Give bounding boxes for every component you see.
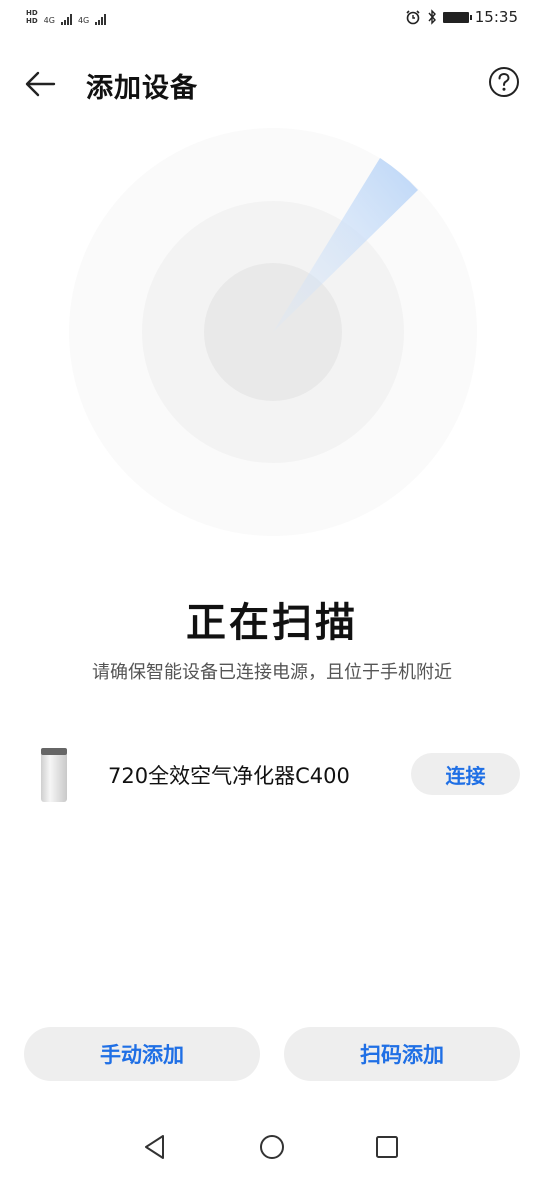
nav-home-button[interactable] [254,1129,290,1165]
signal-bars-icon [95,13,107,25]
nav-home-icon [260,1135,284,1159]
network-label-1: 4G [43,16,55,25]
signal-indicators: HD HD 4G 4G [26,9,107,25]
status-right: 15:35 [405,8,518,26]
clock: 15:35 [474,8,518,26]
alarm-icon [406,10,420,25]
signal-bars-icon [60,13,72,25]
device-name: 720全效空气净化器C400 [108,764,350,788]
network-label-2: 4G [77,16,90,25]
hd-badges: HD HD [26,9,38,25]
page-title: 添加设备 [86,73,198,104]
nav-back-icon [145,1135,164,1159]
nav-recent-button[interactable] [369,1129,405,1165]
air-purifier-icon [41,748,67,802]
connect-button[interactable]: 连接 [411,753,520,795]
bluetooth-icon [428,9,436,25]
manual-add-button[interactable]: 手动添加 [24,1027,260,1081]
scan-status-title: 正在扫描 [186,600,358,646]
battery-icon [442,11,472,23]
status-bar: HD HD 4G 4G 15:35 [0,0,544,40]
question-circle-icon [489,67,519,97]
nav-back-button[interactable] [137,1129,173,1165]
scan-code-add-button[interactable]: 扫码添加 [284,1027,520,1081]
back-button[interactable] [20,62,64,106]
scan-hint: 请确保智能设备已连接电源，且位于手机附近 [92,662,452,683]
app-header: 添加设备 [0,56,544,112]
help-button[interactable] [488,66,520,98]
nav-recent-icon [376,1136,398,1158]
device-list-item[interactable]: 720全效空气净化器C400 连接 [0,740,544,810]
arrow-left-icon [25,71,56,97]
radar-scan-graphic [69,128,477,536]
system-nav-bar [0,1115,544,1178]
